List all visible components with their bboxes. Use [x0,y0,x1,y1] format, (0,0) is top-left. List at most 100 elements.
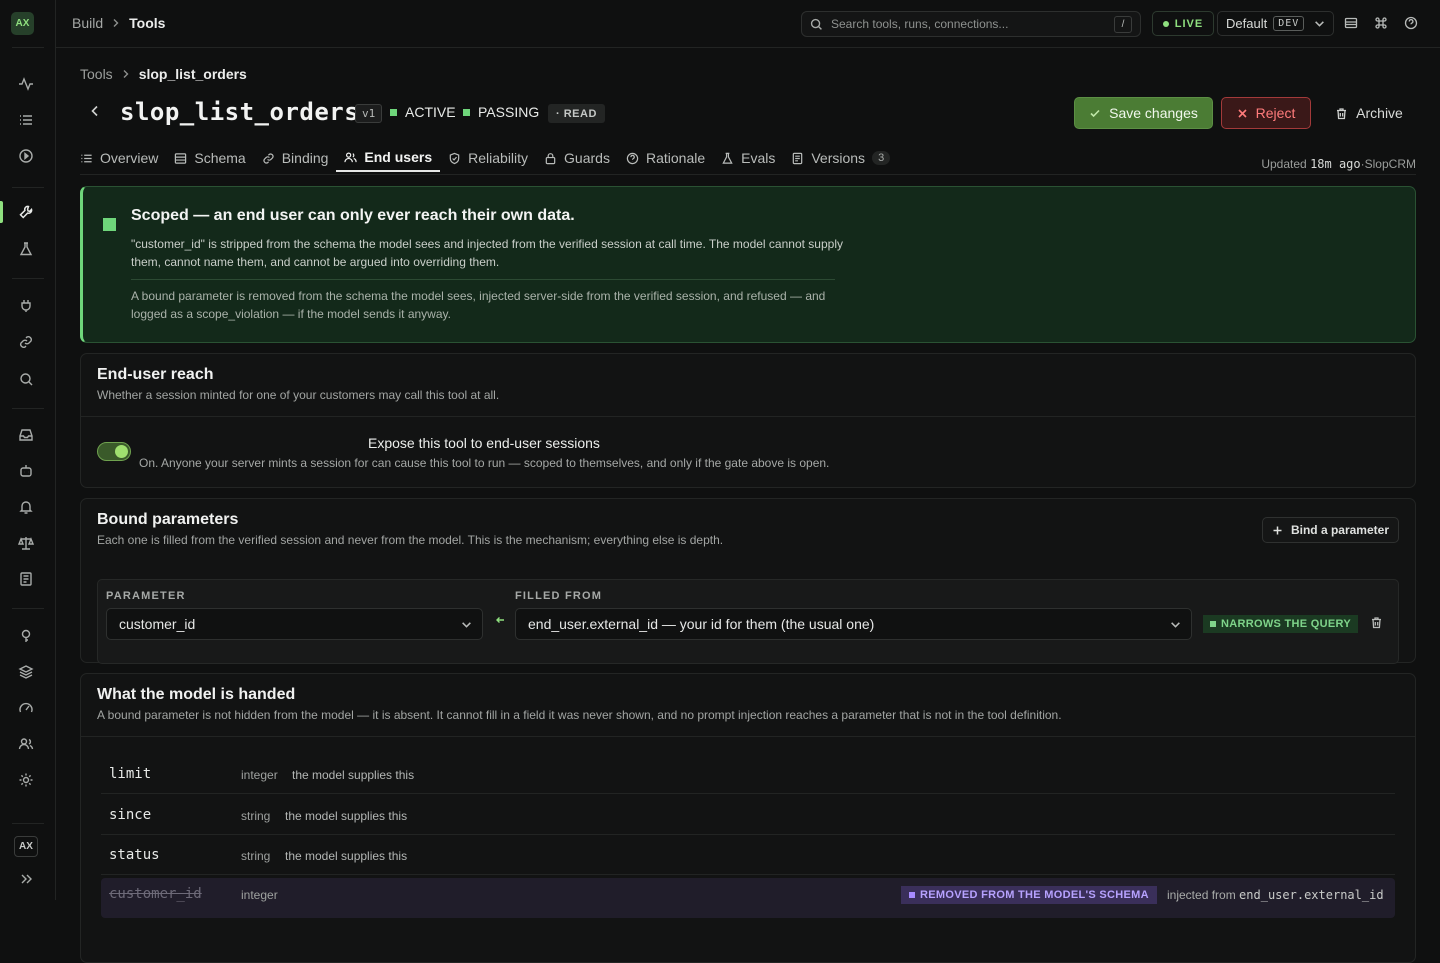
updated-prefix: Updated [1261,157,1306,171]
activity-icon[interactable] [14,72,38,96]
param-description: the model supplies this [285,809,407,823]
play-circle-icon[interactable] [14,144,38,168]
tab-overview[interactable]: Overview [80,144,166,172]
close-icon [1237,108,1248,119]
param-description: the model supplies this [292,768,414,782]
help-icon[interactable] [1404,16,1420,32]
tab-evals[interactable]: Evals [713,144,783,172]
users-icon[interactable] [14,732,38,756]
save-changes-button[interactable]: Save changes [1074,97,1213,129]
tab-versions[interactable]: Versions 3 [783,144,898,172]
status-passing: PASSING [463,104,539,120]
bell-icon[interactable] [14,495,38,519]
link-icon [262,152,275,165]
parameter-select[interactable]: customer_id [106,608,483,640]
updated-info: Updated 18m ago·SlopCRM [1261,157,1416,171]
reject-button[interactable]: Reject [1221,97,1311,129]
schema-row: status string the model supplies this [101,835,1395,875]
back-chevron-icon[interactable] [88,104,102,118]
trash-icon [1335,107,1348,120]
gear-icon[interactable] [14,768,38,792]
link-icon[interactable] [14,330,38,354]
schema-row: limit integer the model supplies this [101,754,1395,794]
expose-end-user-toggle[interactable] [97,442,131,461]
search-input[interactable] [831,17,1111,31]
scope-square-icon [103,218,116,231]
lock-key-icon[interactable] [14,624,38,648]
removed-square-icon [909,892,915,898]
breadcrumb-tools-link[interactable]: Tools [80,66,113,82]
app-logo[interactable]: AX [11,12,34,35]
bot-icon[interactable] [14,459,38,483]
tab-divider [80,174,1416,175]
tab-label: Reliability [468,150,528,166]
version-badge[interactable]: v1 [355,104,382,123]
param-name: status [109,847,160,863]
search-box[interactable]: / [801,11,1141,37]
scale-icon[interactable] [14,531,38,555]
rail-divider [12,187,44,188]
left-rail: AX AX [0,0,56,900]
command-icon[interactable] [1374,16,1390,32]
main-content: Tools slop_list_orders slop_list_orders … [56,48,1440,900]
updated-time: 18m ago [1310,157,1361,171]
lock-icon [544,152,557,165]
tab-schema[interactable]: Schema [166,144,253,172]
plug-icon[interactable] [14,294,38,318]
workspace-badge[interactable]: AX [14,836,38,857]
page-title: slop_list_orders [120,98,359,126]
flask-icon [721,152,734,165]
archive-button[interactable]: Archive [1324,97,1414,129]
tab-reliability[interactable]: Reliability [440,144,536,172]
tab-label: Overview [100,150,158,166]
search-doc-icon[interactable] [14,367,38,391]
breadcrumb: Build Tools [72,15,165,31]
environment-name: Default [1226,16,1267,31]
tab-label: Binding [282,150,329,166]
chevron-right-icon [111,18,121,28]
tab-guards[interactable]: Guards [536,144,618,172]
list-icon[interactable] [14,108,38,132]
breadcrumb-build[interactable]: Build [72,15,103,31]
expand-chevrons-icon[interactable] [14,867,38,891]
live-status-badge[interactable]: LIVE [1152,11,1214,36]
parameter-column-header: PARAMETER [106,590,186,602]
removed-from-schema-badge: REMOVED FROM THE MODEL'S SCHEMA [901,886,1157,904]
gauge-icon[interactable] [14,696,38,720]
filled-from-select-value: end_user.external_id — your id for them … [528,616,874,632]
wrench-icon[interactable] [14,200,38,224]
tab-count-badge: 3 [872,151,890,165]
scope-summary-callout: Scoped — an end user can only ever reach… [80,186,1416,343]
filled-from-column-header: FILLED FROM [515,590,602,602]
users-icon [344,151,357,164]
filled-from-select[interactable]: end_user.external_id — your id for them … [515,608,1192,640]
tab-label: Evals [741,150,775,166]
environment-selector[interactable]: Default DEV [1217,11,1334,36]
rail-divider [12,608,44,609]
param-description: the model supplies this [285,849,407,863]
bind-parameter-button[interactable]: Bind a parameter [1262,517,1399,543]
tab-rationale[interactable]: Rationale [618,144,713,172]
tab-label: Versions [811,150,865,166]
narrows-label: NARROWS THE QUERY [1221,618,1351,630]
breadcrumb-tools[interactable]: Tools [129,15,165,31]
param-name: limit [109,766,151,782]
tab-end-users[interactable]: End users [336,144,440,172]
section-spacer [81,561,1415,562]
updated-source[interactable]: SlopCRM [1365,157,1416,171]
bound-parameters-section: Bound parameters Each one is filled from… [80,498,1416,663]
inbox-icon[interactable] [14,423,38,447]
flask-icon[interactable] [14,237,38,261]
delete-binding-icon[interactable] [1370,616,1383,629]
layers-icon[interactable] [14,660,38,684]
section-title: What the model is handed [97,686,295,704]
tab-label: Rationale [646,150,705,166]
parameter-select-value: customer_id [119,616,195,632]
model-handed-section: What the model is handed A bound paramet… [80,673,1416,963]
tab-binding[interactable]: Binding [254,144,337,172]
panel-icon[interactable] [1344,16,1360,32]
document-icon[interactable] [14,567,38,591]
shield-icon [448,152,461,165]
param-type: integer [241,768,278,782]
live-label: LIVE [1175,18,1203,30]
